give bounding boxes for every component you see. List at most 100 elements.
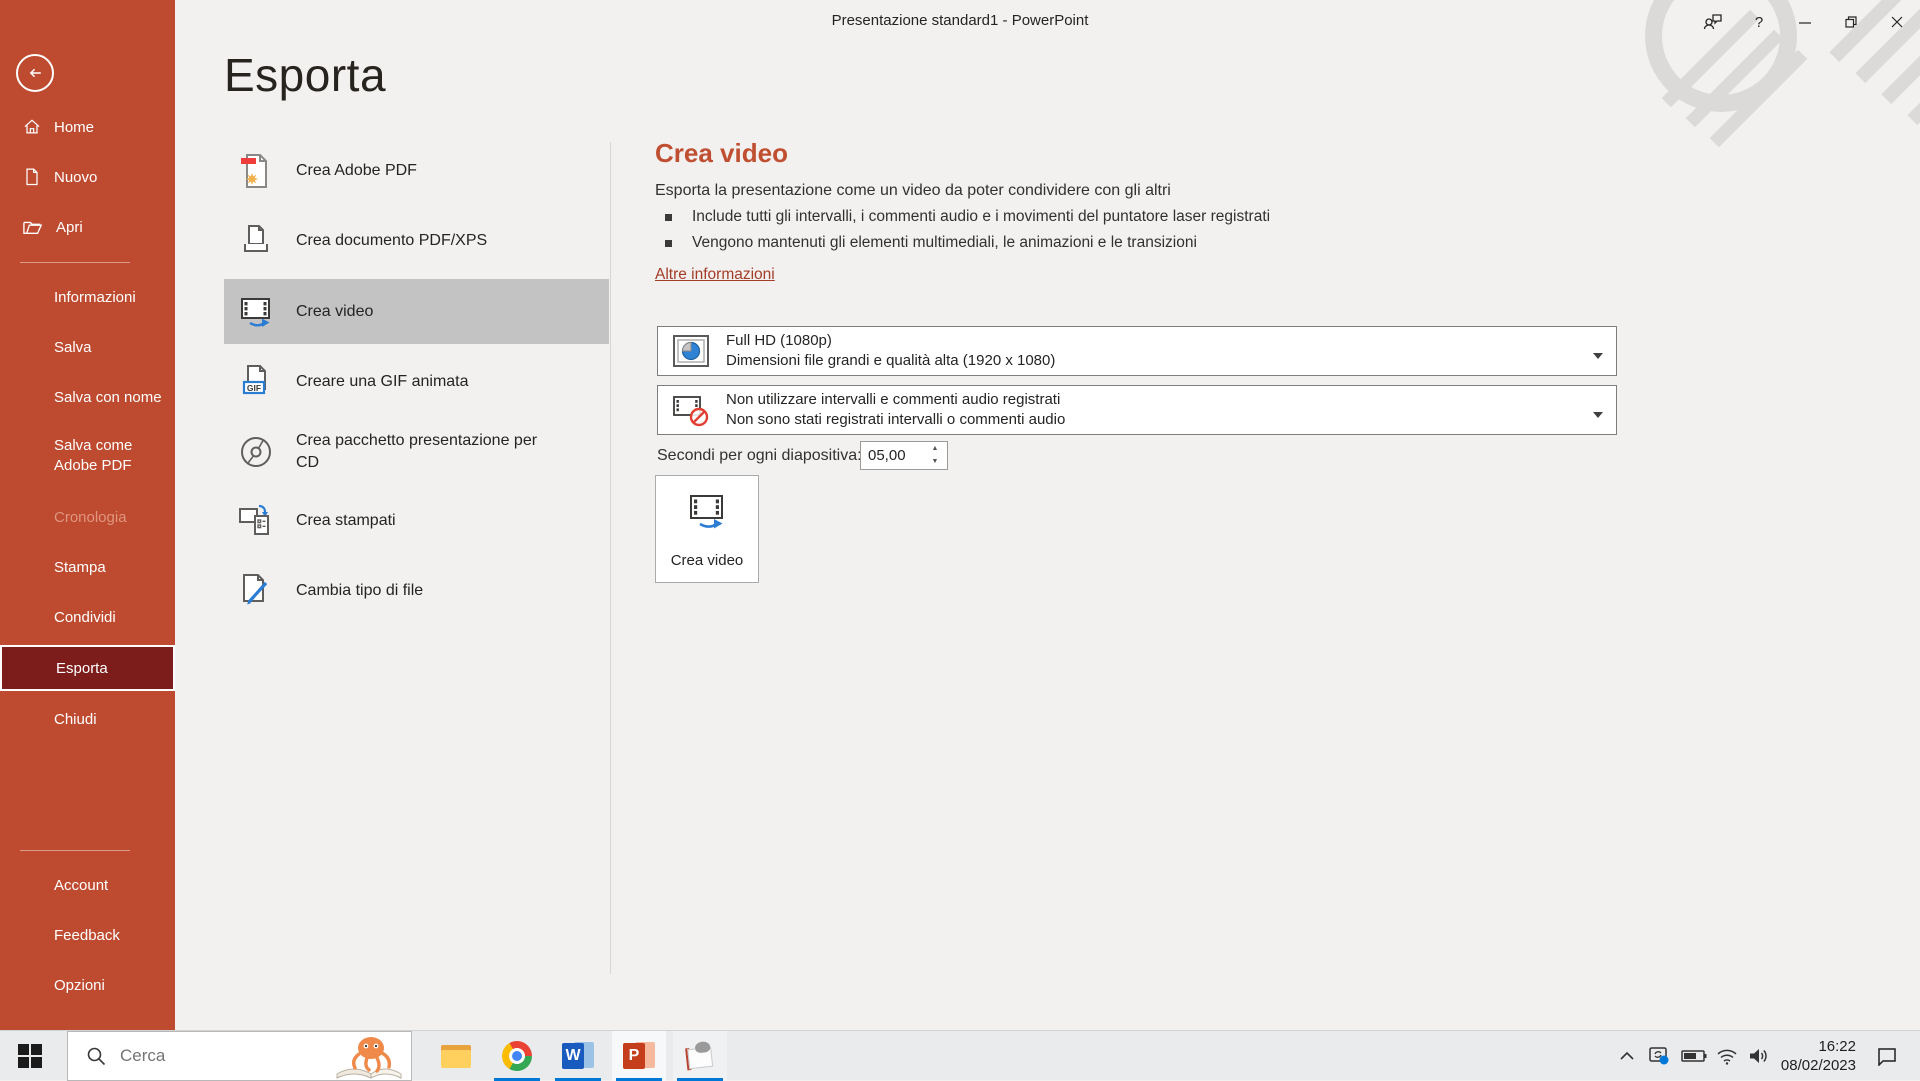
sidebar-item-stampa[interactable]: Stampa [0,548,175,586]
no-recorded-timings-icon [670,391,712,429]
powerpoint-icon: P [623,1041,655,1071]
sidebar-item-label: Nuovo [54,169,97,186]
clock-time: 16:22 [1818,1037,1856,1056]
taskbar-word[interactable]: W [551,1031,605,1081]
change-file-type-icon [234,569,278,613]
create-video-button[interactable]: Crea video [655,475,759,583]
sidebar-item-label: Apri [56,219,83,236]
video-quality-dropdown[interactable]: Full HD (1080p) Dimensioni file grandi e… [657,326,1617,376]
panel-heading: Crea video [655,138,788,169]
start-button[interactable] [0,1031,60,1081]
bullet-item: Vengono mantenuti gli elementi multimedi… [665,234,1197,252]
back-button[interactable] [16,54,54,92]
windows-logo-icon [18,1044,42,1068]
sidebar-item-account[interactable]: Account [0,866,175,904]
dropdown-subtitle: Non sono stati registrati intervalli o c… [726,412,1065,428]
bullet-text: Vengono mantenuti gli elementi multimedi… [692,234,1197,252]
dropdown-title: Non utilizzare intervalli e commenti aud… [726,392,1065,408]
minimize-button[interactable] [1782,0,1828,44]
export-option-crea-stampati[interactable]: Crea stampati [224,498,609,544]
svg-text:GIF: GIF [247,383,261,393]
export-option-label: Crea pacchetto presentazione per CD [296,430,546,474]
export-option-cambia-tipo-di-file[interactable]: Cambia tipo di file [224,568,609,614]
chevron-up-icon [1619,1051,1635,1061]
sidebar-item-salva[interactable]: Salva [0,328,175,366]
taskbar-gimp[interactable] [673,1031,727,1081]
gif-icon: GIF [234,360,278,404]
column-divider [610,142,611,974]
open-folder-icon [22,217,44,237]
seconds-input[interactable] [861,442,923,469]
taskbar-clock[interactable]: 16:22 08/02/2023 [1768,1031,1858,1081]
dropdown-title: Full HD (1080p) [726,333,1055,349]
bullet-square-icon [665,240,672,247]
export-option-crea-pacchetto-presentazione-per-cd[interactable]: Crea pacchetto presentazione per CD [224,420,609,484]
export-option-crea-documento-pdf-xps[interactable]: Crea documento PDF/XPS [224,218,609,264]
export-option-creare-una-gif-animata[interactable]: GIF Creare una GIF animata [224,359,609,405]
taskbar-file-explorer[interactable] [429,1031,483,1081]
file-explorer-icon [441,1041,471,1071]
create-video-icon [234,290,278,334]
export-option-label: Crea video [296,301,373,323]
export-option-label: Crea documento PDF/XPS [296,230,487,252]
export-option-label: Crea stampati [296,510,396,532]
page-title: Esporta [224,48,386,102]
clock-date: 08/02/2023 [1781,1056,1856,1075]
new-document-icon [22,167,42,187]
chevron-down-icon [1592,347,1604,365]
sidebar-item-feedback[interactable]: Feedback [0,916,175,954]
taskbar-chrome[interactable] [490,1031,544,1081]
tray-sync-icon[interactable] [1644,1031,1674,1081]
sidebar-item-salva-con-nome[interactable]: Salva con nome [0,378,175,416]
create-video-button-label: Crea video [671,552,744,569]
taskbar-powerpoint-active[interactable]: P [612,1031,666,1081]
spinner-up-button[interactable]: ▲ [923,442,947,456]
adobe-pdf-icon [234,149,278,193]
sidebar-item-label: Home [54,119,94,136]
search-input[interactable] [120,1046,290,1066]
dropdown-text: Non utilizzare intervalli e commenti aud… [726,392,1065,428]
sidebar-divider [20,850,130,851]
taskbar-search[interactable] [67,1031,412,1081]
export-option-crea-adobe-pdf[interactable]: Crea Adobe PDF [224,148,609,194]
tray-show-hidden-icons[interactable] [1612,1031,1642,1081]
timings-dropdown[interactable]: Non utilizzare intervalli e commenti aud… [657,385,1617,435]
close-button[interactable] [1874,0,1920,44]
sidebar-item-chiudi[interactable]: Chiudi [0,700,175,738]
bullet-item: Include tutti gli intervalli, i commenti… [665,208,1270,226]
restore-button[interactable] [1828,0,1874,44]
export-option-label: Crea Adobe PDF [296,160,417,182]
home-icon [22,117,42,137]
sidebar-item-nuovo[interactable]: Nuovo [0,158,175,196]
sidebar-divider [20,262,130,263]
tray-battery-icon[interactable] [1679,1031,1709,1081]
seconds-spinner: ▲ ▼ [860,441,948,470]
word-icon: W [562,1041,594,1071]
titlebar: Presentazione standard1 - PowerPoint ? [0,0,1920,44]
sidebar-item-opzioni[interactable]: Opzioni [0,966,175,1004]
bullet-square-icon [665,214,672,221]
tray-wifi-icon[interactable] [1712,1031,1742,1081]
notification-icon [1876,1046,1898,1066]
spinner-down-button[interactable]: ▼ [923,456,947,470]
action-center-button[interactable] [1872,1031,1902,1081]
powerpoint-backstage-window: Presentazione standard1 - PowerPoint ? [0,0,1920,1080]
sidebar-item-apri[interactable]: Apri [0,208,175,246]
spinner-buttons: ▲ ▼ [923,442,947,469]
dropdown-subtitle: Dimensioni file grandi e qualità alta (1… [726,353,1055,369]
more-info-link[interactable]: Altre informazioni [655,266,775,284]
sidebar-item-esporta-selected[interactable]: Esporta [0,645,175,691]
sidebar-item-salva-come-adobe-pdf[interactable]: Salva come Adobe PDF [0,434,175,486]
seconds-per-slide-label: Secondi per ogni diapositiva: [657,447,862,465]
export-option-crea-video-selected[interactable]: Crea video [224,279,609,344]
sidebar-item-home[interactable]: Home [0,108,175,146]
window-controls: ? [1690,0,1920,44]
feedback-smile-icon[interactable] [1690,0,1736,44]
gimp-icon [684,1040,717,1073]
export-option-label: Creare una GIF animata [296,371,469,393]
sidebar-item-informazioni[interactable]: Informazioni [0,278,175,316]
cd-icon [234,430,278,474]
help-button[interactable]: ? [1736,0,1782,44]
sidebar-item-condividi[interactable]: Condividi [0,598,175,636]
search-highlight-octopus-image[interactable] [319,1034,409,1080]
